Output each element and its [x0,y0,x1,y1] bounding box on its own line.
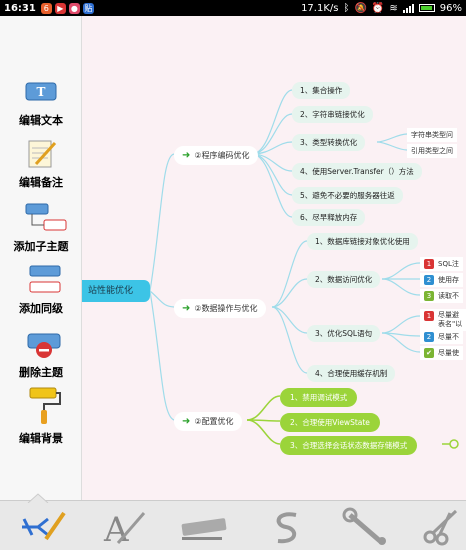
priority-2-badge: 2 [424,275,434,285]
branch-label: ②配置优化 [194,417,234,426]
svg-text:A: A [103,510,129,547]
battery-percent: 96% [439,2,462,14]
add-sibling-topic-button[interactable]: 添加同级 [0,264,82,316]
signal-icon [402,3,414,13]
topic-node[interactable]: 1、集合操作 [292,82,351,99]
mindmap-connectors [149,89,459,449]
status-bar: 16:31 6 ▶ ● 贴 17.1K/s ᛒ 🔕 ⏰ ≋ 96% [0,0,466,16]
arrow-right-icon: ➜ [182,150,191,161]
topic-node[interactable]: 6、尽早释放内存 [292,209,366,226]
central-topic[interactable]: 站性能优化 [82,280,150,302]
text-box-icon: T [24,80,58,108]
add-child-topic-button[interactable]: 添加子主题 [0,202,82,254]
relationship-curve-icon [276,512,297,544]
paint-roller-icon [24,386,61,426]
add-sibling-topic-label: 添加同级 [19,302,63,315]
branch-label: ②程序编码优化 [194,151,250,160]
delete-topic-icon [24,328,61,360]
priority-3-badge: 3 [424,291,434,301]
add-sibling-topic-icon [24,264,61,296]
relationship-button[interactable] [262,507,312,547]
svg-text:T: T [37,85,46,99]
scissors-icon [423,509,458,546]
battery-icon [418,4,435,12]
topic-node[interactable]: 3、类型转换优化 [292,134,366,151]
mindmap-edit-button[interactable] [16,507,66,547]
marker-pen-button[interactable] [178,507,228,547]
edit-background-button[interactable]: 编辑背景 [0,386,82,446]
topic-node[interactable]: 3、合理选择会话状态数据存储模式 [280,436,418,455]
cut-button[interactable] [420,507,466,547]
notif-app-icon-1: 6 [40,2,52,14]
notif-app-icon-4: 贴 [82,2,94,14]
bottom-toolbar: A [0,493,466,550]
mindmap-canvas[interactable]: 站性能优化 ➜ ②程序编码优化 1、集合操作 2、字符串链接优化 3、类型转换优… [82,16,466,500]
topic-node[interactable]: 4、合理使用缓存机制 [307,365,396,382]
arrow-right-icon: ➜ [182,303,191,314]
mute-icon: 🔕 [354,2,367,14]
edit-background-label: 编辑背景 [19,432,63,445]
wifi-icon: ≋ [389,2,398,14]
clock: 16:31 [4,2,36,14]
topic-node[interactable]: 2、数据访问优化 [307,271,381,288]
add-child-topic-label: 添加子主题 [13,240,69,253]
topic-node[interactable]: 4、使用Server.Transfer（）方法 [292,163,422,180]
left-toolbar: T 编辑文本 编辑备注 添加子主题 添加同级 删除主题 编辑背景 [0,16,82,500]
branch-config-optimization[interactable]: ➜ ②配置优化 [174,412,242,431]
branch-code-optimization[interactable]: ➜ ②程序编码优化 [174,146,258,165]
topic-node[interactable]: 1、禁用调试模式 [280,388,358,407]
alarm-icon: ⏰ [371,2,385,14]
edit-text-button[interactable]: T 编辑文本 [0,80,82,128]
arrow-right-icon: ➜ [182,416,191,427]
delete-topic-label: 删除主题 [19,366,63,379]
subtopic-node[interactable]: 2 尽量不 [420,330,463,344]
wrench-icon [342,507,386,545]
edit-text-label: 编辑文本 [19,114,63,127]
topic-node[interactable]: 5、避免不必要的服务器往返 [292,187,403,204]
subtopic-node[interactable]: 2 使用存 [420,273,463,287]
selected-pointer-icon [27,493,49,503]
topic-node[interactable]: 1、数据库链接对象优化使用 [307,233,418,250]
marker-pen-icon [181,518,227,540]
subtopic-node[interactable]: 字符串类型问 [407,128,457,142]
topic-node[interactable]: 2、字符串链接优化 [292,106,373,123]
add-child-topic-icon [24,202,67,234]
subtopic-node[interactable]: ✔ 尽量使 [420,346,463,360]
subtopic-node[interactable]: 1 SQL注 [420,257,463,271]
notepad-pencil-icon [24,138,58,170]
font-style-button[interactable]: A [98,507,148,550]
topic-node[interactable]: 2、合理使用ViewState [280,413,380,432]
priority-2-badge: 2 [424,332,434,342]
branch-label: ②数据操作与优化 [194,304,258,313]
bluetooth-icon: ᛒ [343,2,350,14]
subtopic-node[interactable]: 3 读取不 [420,289,463,303]
priority-1-badge: 1 [424,259,434,269]
notif-app-icon-3: ● [68,2,80,14]
priority-1-badge: 1 [424,311,434,321]
network-speed: 17.1K/s [301,2,339,14]
subtopic-node[interactable]: 引用类型之间 [407,144,457,158]
topic-node[interactable]: 3、优化SQL语句 [307,325,381,342]
edit-note-label: 编辑备注 [19,176,63,189]
branch-data-optimization[interactable]: ➜ ②数据操作与优化 [174,299,266,318]
task-done-badge: ✔ [424,348,434,358]
delete-topic-button[interactable]: 删除主题 [0,328,82,380]
tools-button[interactable] [340,507,390,547]
font-style-icon: A [103,510,146,550]
edit-note-button[interactable]: 编辑备注 [0,138,82,190]
notif-app-icon-2: ▶ [54,2,66,14]
subtopic-node[interactable]: 1 尽量避 表名"以 [420,309,466,331]
mindmap-edit-icon [22,511,66,541]
